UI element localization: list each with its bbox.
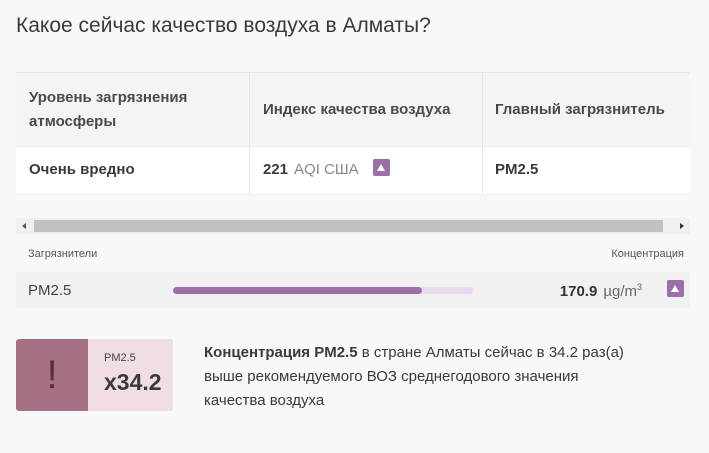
column-divider	[482, 73, 483, 193]
header-pollution-level: Уровень загрязнения атмосферы	[29, 89, 188, 130]
pollutants-column-label: Загрязнители	[28, 248, 98, 260]
arrow-left-icon[interactable]	[22, 223, 26, 229]
concentration-bar-fill	[173, 287, 422, 294]
aqi-table: Уровень загрязнения атмосферы Индекс кач…	[16, 72, 690, 193]
concentration-bar	[173, 287, 473, 294]
header-main-pollutant: Главный загрязнитель	[495, 101, 665, 118]
triangle-up-icon	[372, 159, 390, 176]
arrow-right-icon[interactable]	[680, 223, 684, 229]
page-heading: Какое сейчас качество воздуха в Алматы?	[16, 14, 431, 37]
pollutant-row: PM2.5 170.9 µg/m3	[16, 272, 690, 308]
aqi-cell: 221 AQI США	[263, 158, 390, 182]
ratio-description: Концентрация PM2.5 в стране Алматы сейча…	[204, 341, 624, 413]
aqi-value: 221	[263, 161, 289, 178]
header-aqi: Индекс качества воздуха	[263, 101, 451, 118]
ratio-value: x34.2	[104, 369, 162, 395]
ratio-pollutant: PM2.5	[104, 352, 136, 364]
main-pollutant-value: PM2.5	[495, 161, 539, 178]
pollutant-name: PM2.5	[28, 282, 72, 299]
pollution-level-value: Очень вредно	[29, 161, 135, 178]
triangle-up-icon	[667, 280, 684, 297]
who-ratio-card: ! PM2.5 x34.2	[16, 339, 173, 411]
column-divider	[249, 73, 250, 193]
concentration-value: 170.9 µg/m3	[560, 282, 642, 300]
exclamation-icon: !	[16, 339, 88, 411]
concentration-number: 170.9	[559, 283, 598, 300]
concentration-column-label: Концентрация	[611, 248, 684, 260]
concentration-unit: µg/m3	[603, 282, 642, 300]
scrollbar-thumb[interactable]	[34, 220, 663, 232]
ratio-description-bold: Концентрация PM2.5	[204, 344, 358, 361]
aqi-unit: AQI США	[294, 161, 359, 178]
horizontal-scrollbar[interactable]	[16, 218, 690, 234]
